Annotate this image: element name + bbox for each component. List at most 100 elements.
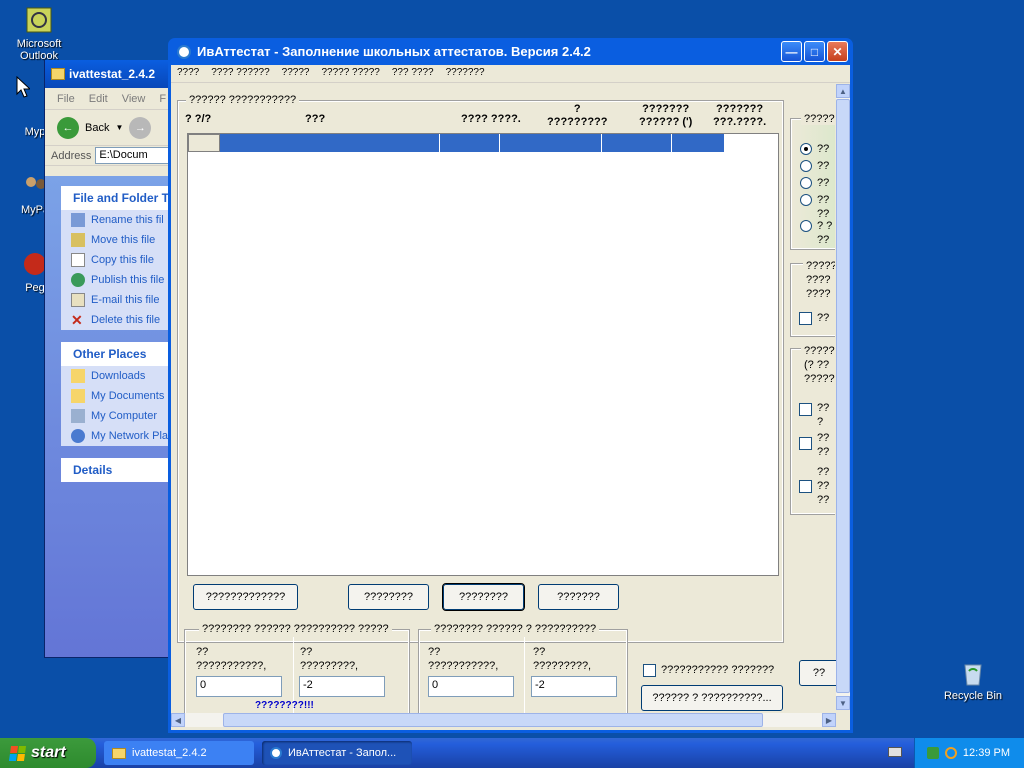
- explorer-menu-view[interactable]: View: [122, 93, 146, 105]
- start-label: start: [31, 744, 66, 761]
- grid-cell[interactable]: [220, 134, 440, 152]
- value-input-3[interactable]: 0: [428, 676, 514, 697]
- task-move[interactable]: Move this file: [61, 230, 183, 250]
- task-publish[interactable]: Publish this file: [61, 270, 183, 290]
- task-copy[interactable]: Copy this file: [61, 250, 183, 270]
- task-email[interactable]: E-mail this file: [61, 290, 183, 310]
- copy-icon: [71, 253, 85, 267]
- forward-arrow-icon[interactable]: →: [129, 116, 152, 139]
- clock[interactable]: 12:39 PM: [963, 747, 1010, 759]
- right-group-3-checkbox-1[interactable]: [799, 403, 812, 416]
- place-network-label: My Network Pla: [91, 430, 169, 442]
- place-downloads-label: Downloads: [91, 370, 146, 382]
- maximize-button[interactable]: □: [804, 41, 825, 62]
- menu-item-6[interactable]: ???????: [446, 67, 485, 80]
- scroll-up-icon[interactable]: ▲: [836, 84, 850, 98]
- file-folder-tasks-title[interactable]: File and Folder Ta: [61, 186, 183, 210]
- menu-item-1[interactable]: ????: [177, 67, 199, 80]
- menu-item-4[interactable]: ????? ?????: [321, 67, 379, 80]
- tray-network-icon[interactable]: [926, 747, 939, 759]
- recycle-bin-icon[interactable]: Recycle Bin: [938, 656, 1008, 702]
- value-input-4[interactable]: -2: [531, 676, 617, 697]
- explorer-menu-f[interactable]: F: [159, 93, 166, 105]
- value-input-2[interactable]: -2: [299, 676, 385, 697]
- details-title[interactable]: Details: [61, 458, 183, 482]
- edge-button[interactable]: ??: [799, 660, 839, 686]
- task-delete[interactable]: ✕ Delete this file: [61, 310, 183, 330]
- explorer-window[interactable]: ivattestat_2.4.2 File Edit View F ← Back…: [44, 60, 184, 658]
- explorer-menu-file[interactable]: File: [57, 93, 75, 105]
- taskbar: start ivattestat_2.4.2 ИвАттестат - Запо…: [0, 738, 1024, 768]
- minimize-button[interactable]: —: [781, 41, 802, 62]
- column-header-3[interactable]: ???? ????.: [461, 113, 521, 126]
- bottom-action-button[interactable]: ?????? ? ??????????...: [641, 685, 783, 711]
- folder-icon: [112, 747, 126, 759]
- radio-5[interactable]: [800, 220, 812, 232]
- menu-item-3[interactable]: ?????: [282, 67, 310, 80]
- menu-item-2[interactable]: ???? ??????: [211, 67, 269, 80]
- taskbar-item-ivattestat[interactable]: ИвАттестат - Запол...: [262, 741, 412, 765]
- ivattestat-window[interactable]: ИвАттестат - Заполнение школьных аттеста…: [168, 38, 853, 733]
- radio-4[interactable]: [800, 194, 812, 206]
- value-input-1[interactable]: 0: [196, 676, 282, 697]
- warning-text: ????????!!!: [255, 700, 314, 711]
- horizontal-scroll-thumb[interactable]: [223, 713, 763, 727]
- right-group-3-checkbox-2[interactable]: [799, 437, 812, 450]
- column-header-6[interactable]: ??????? ???.????.: [713, 103, 766, 129]
- scroll-down-icon[interactable]: ▼: [836, 696, 850, 710]
- task-rename[interactable]: Rename this fil: [61, 210, 183, 230]
- action-button-3[interactable]: ????????: [442, 583, 525, 611]
- menu-item-5[interactable]: ??? ????: [392, 67, 434, 80]
- radio-2[interactable]: [800, 160, 812, 172]
- row-selector-cell[interactable]: [188, 134, 220, 152]
- option-checkbox[interactable]: [643, 664, 656, 677]
- right-group-2-checkbox[interactable]: [799, 312, 812, 325]
- grid-cell[interactable]: [500, 134, 602, 152]
- windows-logo-icon: [8, 745, 27, 761]
- data-grid[interactable]: [187, 133, 779, 576]
- place-downloads[interactable]: Downloads: [61, 366, 183, 386]
- main-titlebar[interactable]: ИвАттестат - Заполнение школьных аттеста…: [171, 38, 850, 65]
- right-group-2-check-label: ??: [817, 312, 830, 324]
- place-my-computer[interactable]: My Computer: [61, 406, 183, 426]
- main-client-area: ???? ???? ?????? ????? ????? ????? ??? ?…: [171, 65, 850, 730]
- back-button[interactable]: ← Back ▼: [57, 116, 123, 139]
- taskbar-item-explorer-label: ivattestat_2.4.2: [132, 747, 207, 759]
- grid-cell[interactable]: [672, 134, 724, 152]
- keyboard-icon[interactable]: [888, 747, 902, 757]
- right-group-3-checkbox-3[interactable]: [799, 480, 812, 493]
- horizontal-scrollbar[interactable]: ◀ ▶: [171, 713, 836, 727]
- scroll-left-icon[interactable]: ◀: [171, 713, 185, 727]
- explorer-titlebar[interactable]: ivattestat_2.4.2: [45, 60, 183, 88]
- place-network[interactable]: My Network Pla: [61, 426, 183, 446]
- documents-icon: [71, 389, 85, 403]
- outlook-desktop-icon[interactable]: Microsoft Outlook: [4, 4, 74, 62]
- action-button-4[interactable]: ???????: [538, 584, 619, 610]
- field-label-3: ?? ???????????,: [428, 646, 499, 672]
- option-checkbox-label[interactable]: ??????????? ???????: [661, 663, 774, 677]
- column-header-number[interactable]: ? ?/?: [185, 113, 211, 126]
- grid-cell[interactable]: [440, 134, 500, 152]
- start-button[interactable]: start: [0, 738, 96, 768]
- other-places-title[interactable]: Other Places: [61, 342, 183, 366]
- radio-3[interactable]: [800, 177, 812, 189]
- close-button[interactable]: ✕: [827, 41, 848, 62]
- column-header-5[interactable]: ??????? ?????? ('): [639, 103, 692, 129]
- taskbar-item-explorer[interactable]: ivattestat_2.4.2: [104, 741, 254, 765]
- grid-cell[interactable]: [602, 134, 672, 152]
- scroll-right-icon[interactable]: ▶: [822, 713, 836, 727]
- address-input[interactable]: E:\Docum: [95, 147, 177, 164]
- task-publish-label: Publish this file: [91, 274, 165, 286]
- vertical-scroll-thumb[interactable]: [836, 99, 850, 693]
- radio-1[interactable]: [800, 143, 812, 155]
- action-button-1[interactable]: ?????????????: [193, 584, 298, 610]
- action-button-2[interactable]: ????????: [348, 584, 429, 610]
- place-my-documents[interactable]: My Documents: [61, 386, 183, 406]
- explorer-menu-edit[interactable]: Edit: [89, 93, 108, 105]
- column-header-4[interactable]: ? ?????????: [547, 103, 607, 129]
- column-header-name[interactable]: ???: [305, 113, 325, 126]
- table-row[interactable]: [188, 134, 724, 152]
- tray-search-icon[interactable]: [944, 747, 957, 759]
- address-bar: Address E:\Docum: [45, 146, 183, 166]
- vertical-scrollbar[interactable]: ▲ ▼: [836, 84, 850, 710]
